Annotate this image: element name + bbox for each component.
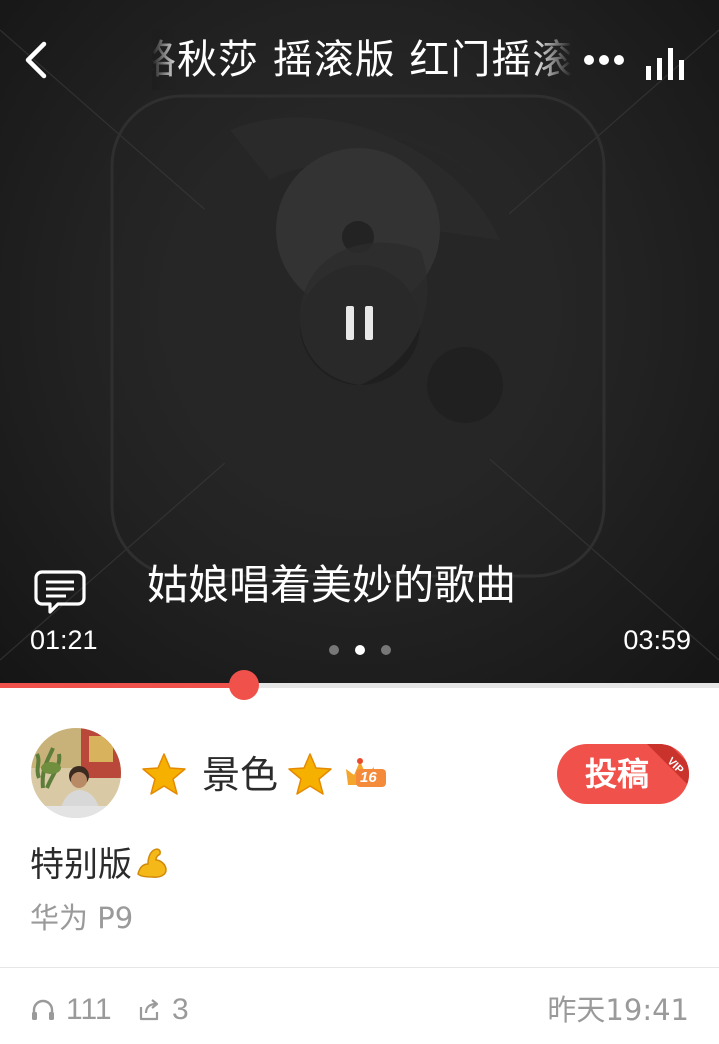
chevron-left-icon (25, 41, 47, 79)
back-button[interactable] (14, 36, 62, 84)
star-icon (288, 753, 332, 795)
song-title: 路秋莎 摇滚版 红门摇滚 (152, 37, 572, 83)
device-name: 华为 P9 (30, 901, 134, 935)
title-fade-right (532, 30, 572, 90)
progress-thumb[interactable] (229, 670, 259, 700)
submit-button[interactable]: 投稿 VIP (557, 744, 689, 804)
avatar-photo (31, 728, 121, 818)
playback-progress-bar[interactable] (0, 670, 719, 700)
share-icon (139, 999, 159, 1021)
avatar[interactable] (31, 728, 121, 818)
page-indicator[interactable] (326, 645, 396, 657)
post-time: 昨天19:41 (547, 993, 689, 1027)
title-fade-left (152, 30, 180, 90)
pause-button[interactable] (320, 282, 400, 362)
level-badge: 16 (344, 757, 388, 789)
song-title-marquee: 路秋莎 摇滚版 红门摇滚 (152, 30, 572, 90)
pause-icon (346, 306, 373, 340)
listen-count: 111 (66, 993, 112, 1026)
lyrics-comment-icon (34, 570, 86, 614)
progress-fill (0, 683, 244, 688)
author-name: 景色 (202, 753, 279, 797)
headphones-icon (32, 999, 54, 1020)
lyrics-comment-button[interactable] (32, 566, 88, 618)
vip-ribbon-icon: VIP (647, 744, 689, 786)
page-dot-active[interactable] (355, 645, 365, 655)
post-text: 特别版 (30, 845, 132, 885)
share-count: 3 (172, 993, 189, 1026)
total-time: 03:59 (623, 625, 691, 655)
page-dot[interactable] (381, 645, 391, 655)
current-lyric: 姑娘唱着美妙的歌曲 (147, 561, 516, 609)
top-bar: 路秋莎 摇滚版 红门摇滚 (0, 0, 719, 124)
post-description: 特别版 (30, 840, 170, 890)
equalizer-icon (646, 48, 684, 80)
page-dot[interactable] (329, 645, 339, 655)
player-area: 路秋莎 摇滚版 红门摇滚 姑娘唱着美妙的歌曲 01:21 03:59 (0, 0, 719, 686)
more-dots-icon (584, 55, 624, 65)
more-button[interactable] (578, 42, 630, 78)
divider (0, 967, 719, 968)
current-time: 01:21 (30, 625, 98, 655)
equalizer-button[interactable] (640, 40, 692, 84)
star-icon (142, 753, 186, 795)
flexed-biceps-icon (137, 848, 167, 878)
level-number: 16 (360, 769, 377, 786)
